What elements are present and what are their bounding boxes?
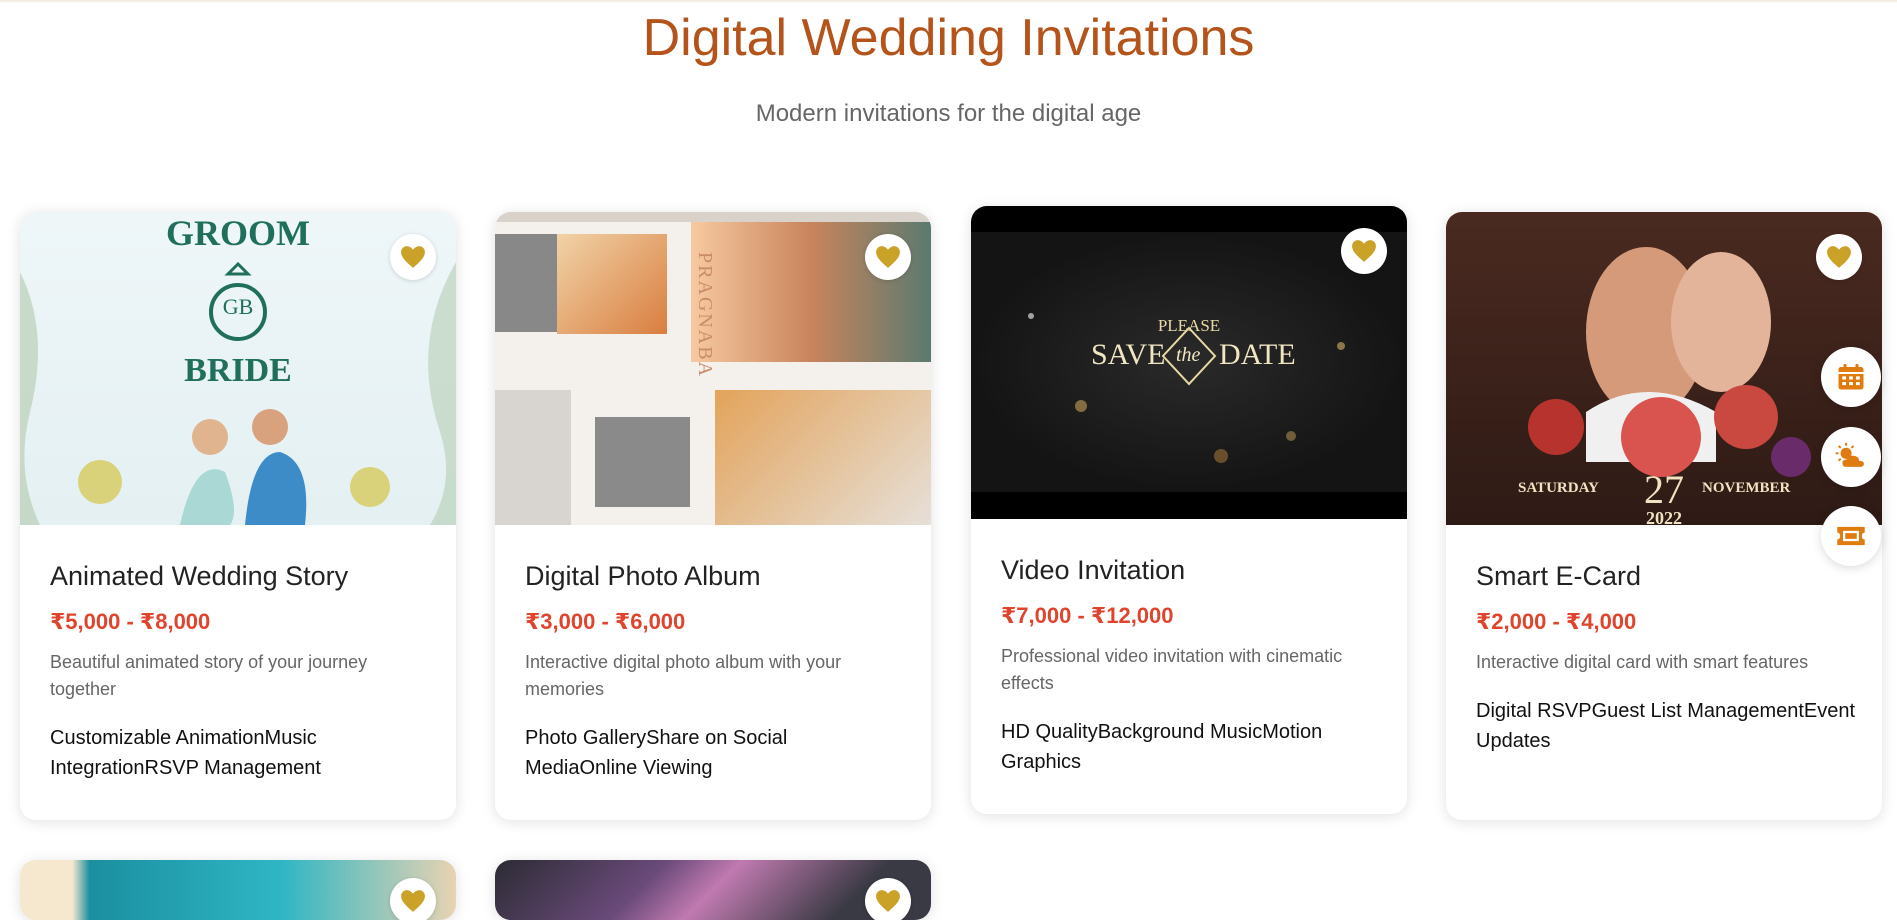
monogram-text: GB — [222, 294, 254, 319]
heart-icon — [876, 246, 900, 268]
heart-icon — [401, 890, 425, 912]
product-card-animated-story[interactable]: GROOM GB BRIDE Animated Wedding Story ₹5… — [20, 212, 456, 820]
card-description: Professional video invitation with cinem… — [1001, 646, 1343, 693]
product-card-partial[interactable] — [20, 860, 456, 920]
card-features: Photo GalleryShare on Social MediaOnline… — [525, 727, 788, 779]
ticket-icon — [1837, 526, 1865, 546]
card-title: Video Invitation — [1001, 555, 1186, 585]
calendar-button[interactable] — [1821, 347, 1881, 407]
favorite-button[interactable] — [390, 878, 436, 920]
heart-icon — [401, 246, 425, 268]
product-card-photo-album[interactable]: PRAGNABA Digital Photo Album ₹3,000 - ₹6… — [495, 212, 931, 820]
bride-text: BRIDE — [184, 352, 292, 389]
ticket-button[interactable] — [1821, 506, 1881, 566]
card-title: Animated Wedding Story — [50, 561, 349, 591]
heart-icon — [1827, 246, 1851, 268]
card-features: Digital RSVPGuest List ManagementEvent U… — [1476, 700, 1856, 752]
favorite-button[interactable] — [390, 234, 436, 280]
date-number-text: 27 — [1644, 467, 1684, 512]
product-card-video-invitation[interactable]: PLEASE SAVE the DATE Video Invitation ₹7… — [971, 206, 1407, 814]
page-subtitle: Modern invitations for the digital age — [755, 100, 1142, 127]
heart-icon — [1352, 240, 1376, 262]
weather-button[interactable] — [1821, 427, 1881, 487]
product-card-smart-ecard[interactable]: SATURDAY 27 NOVEMBER 2022 Smart E-Card ₹… — [1446, 212, 1882, 820]
card-title: Digital Photo Album — [525, 561, 761, 591]
favorite-button[interactable] — [1816, 234, 1862, 280]
card-features: HD QualityBackground MusicMotion Graphic… — [1001, 721, 1323, 773]
card-price: ₹5,000 - ₹8,000 — [50, 609, 211, 634]
album-name-text: PRAGNABA — [694, 252, 716, 379]
card-price: ₹2,000 - ₹4,000 — [1476, 609, 1637, 634]
card-price: ₹3,000 - ₹6,000 — [525, 609, 686, 634]
year-text: 2022 — [1646, 508, 1682, 525]
top-border — [0, 0, 1897, 3]
day-text: SATURDAY — [1518, 480, 1599, 496]
month-text: NOVEMBER — [1702, 480, 1791, 496]
favorite-button[interactable] — [865, 234, 911, 280]
card-description: Beautiful animated story of your journey… — [50, 652, 368, 699]
date-text: DATE — [1219, 338, 1296, 371]
page-title: Digital Wedding Invitations — [642, 9, 1255, 67]
card-image — [20, 860, 456, 920]
card-price: ₹7,000 - ₹12,000 — [1001, 603, 1174, 628]
favorite-button[interactable] — [1341, 228, 1387, 274]
heart-icon — [876, 890, 900, 912]
please-text: PLEASE — [1157, 316, 1221, 335]
favorite-button[interactable] — [865, 878, 911, 920]
card-description: Interactive digital photo album with you… — [525, 652, 842, 699]
weather-icon — [1835, 442, 1864, 467]
the-text: the — [1176, 344, 1201, 366]
save-text: SAVE — [1091, 338, 1166, 371]
product-card-partial[interactable] — [495, 860, 931, 920]
card-features: Customizable AnimationMusic IntegrationR… — [50, 727, 321, 779]
card-description: Interactive digital card with smart feat… — [1476, 652, 1809, 672]
card-image — [495, 860, 931, 920]
calendar-icon — [1838, 363, 1864, 390]
card-title: Smart E-Card — [1476, 561, 1642, 591]
